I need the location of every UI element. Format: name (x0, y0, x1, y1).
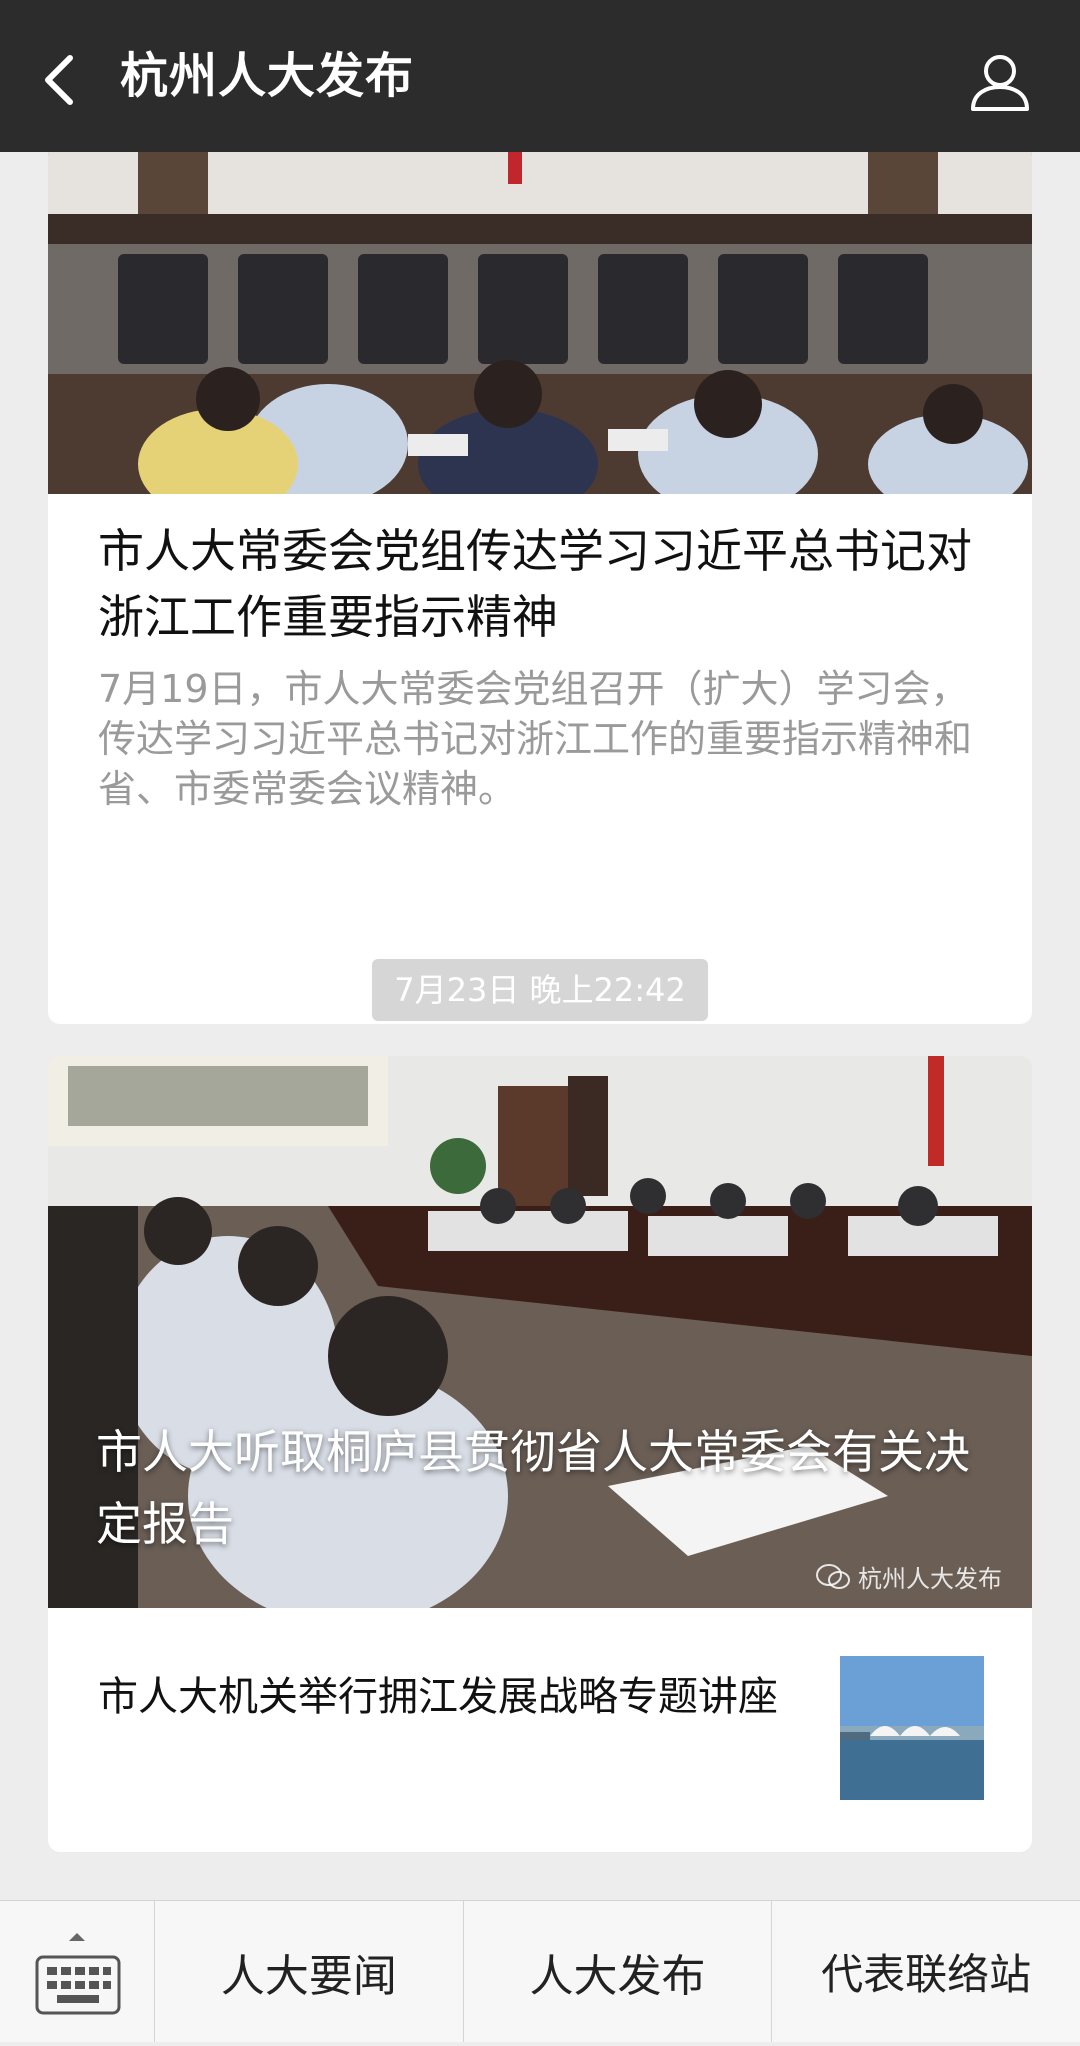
watermark: 杭州人大发布 (816, 1559, 1002, 1594)
menu-item-news[interactable]: 人大要闻 (155, 1901, 464, 2042)
watermark-text: 杭州人大发布 (858, 1565, 1002, 1593)
digest-sub-thumbnail[interactable] (840, 1656, 984, 1800)
article-title[interactable]: 市人大常委会党组传达学习习近平总书记对浙江工作重要指示精神 (98, 518, 982, 650)
menu-item-releases[interactable]: 人大发布 (464, 1901, 773, 2042)
user-profile-icon[interactable] (960, 42, 1040, 122)
digest-main-title[interactable]: 市人大听取桐庐县贯彻省人大常委会有关决定报告 (96, 1416, 992, 1560)
article-card[interactable]: 市人大常委会党组传达学习习近平总书记对浙江工作重要指示精神 7月19日，市人大常… (48, 152, 1032, 1024)
digest-card[interactable]: 市人大听取桐庐县贯彻省人大常委会有关决定报告 杭州人大发布 市人大机关举行拥江发… (48, 1056, 1032, 1852)
digest-sub-title[interactable]: 市人大机关举行拥江发展战略专题讲座 (98, 1666, 798, 1728)
digest-cover-image[interactable]: 市人大听取桐庐县贯彻省人大常委会有关决定报告 杭州人大发布 (48, 1056, 1032, 1608)
back-arrow-icon[interactable] (30, 40, 90, 120)
message-timestamp: 7月23日 晚上22:42 (372, 959, 708, 1021)
keyboard-icon[interactable] (0, 1901, 155, 2042)
page-title: 杭州人大发布 (120, 48, 415, 104)
top-bar: 杭州人大发布 (0, 0, 1080, 152)
article-summary: 7月19日，市人大常委会党组召开（扩大）学习会，传达学习习近平总书记对浙江工作的… (98, 667, 973, 811)
custom-menu-bar: 人大要闻 人大发布 代表联络站 (0, 1900, 1080, 2042)
article-cover-image (48, 152, 1032, 494)
message-feed[interactable]: 市人大常委会党组传达学习习近平总书记对浙江工作重要指示精神 7月19日，市人大常… (0, 152, 1080, 1900)
wechat-icon (816, 1563, 850, 1589)
digest-sub-item[interactable]: 市人大机关举行拥江发展战略专题讲座 (48, 1608, 1032, 1852)
menu-item-liaison-station[interactable]: 代表联络站 (772, 1901, 1080, 2042)
